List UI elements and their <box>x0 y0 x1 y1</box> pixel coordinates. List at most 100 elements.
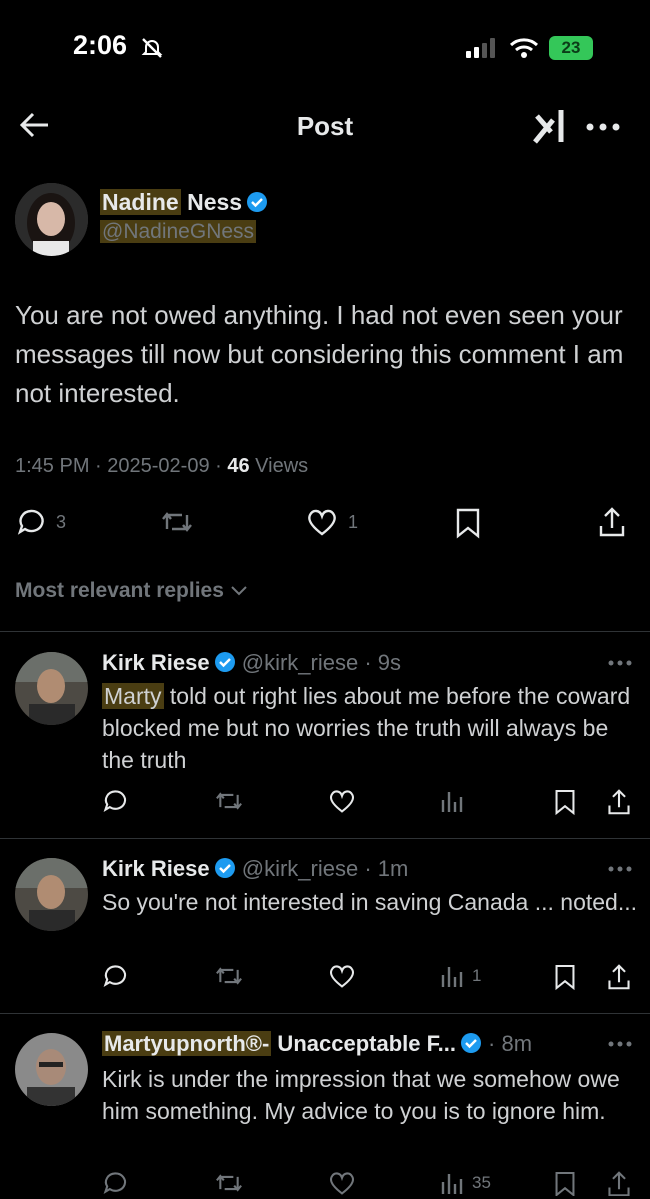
share-button[interactable] <box>606 788 632 816</box>
bookmark-icon <box>555 789 575 816</box>
reply-handle: @kirk_riese <box>241 650 359 675</box>
repost-button[interactable] <box>214 963 244 989</box>
reply-text: So you're not interested in saving Canad… <box>102 889 638 915</box>
reply-header: Martyupnorth®- Unacceptable F... · 8m <box>102 1031 533 1056</box>
grok-icon[interactable] <box>531 106 571 146</box>
cellular-signal-icon <box>466 38 498 58</box>
reply-header: Kirk Riese @kirk_riese · 9s <box>102 650 402 675</box>
reply-button[interactable] <box>102 1170 128 1196</box>
repost-icon <box>216 1174 242 1192</box>
share-icon <box>608 789 630 815</box>
analytics-icon <box>441 792 463 812</box>
analytics-icon <box>441 1174 463 1194</box>
reply-avatar[interactable] <box>15 652 88 725</box>
verified-badge-icon <box>460 1032 482 1054</box>
verified-badge-icon <box>214 651 236 673</box>
bookmark-icon <box>555 964 575 991</box>
divider <box>0 1013 650 1014</box>
post-time: 1:45 PM <box>15 455 90 477</box>
chevron-down-icon <box>230 585 248 597</box>
reply-avatar[interactable] <box>15 1033 88 1106</box>
share-icon <box>608 1171 630 1196</box>
reply-actions: 1 <box>102 963 632 991</box>
reply-time: 1m <box>377 856 409 881</box>
reply-author-highlight: Martyupnorth®- <box>102 1031 272 1056</box>
reply-icon <box>17 509 44 535</box>
verified-badge-icon <box>246 191 268 213</box>
reply-time: 9s <box>377 650 402 675</box>
repost-icon <box>216 967 242 985</box>
views-button[interactable] <box>440 788 472 814</box>
author-handle[interactable]: @NadineGNess <box>100 220 257 244</box>
views-label: Views <box>249 455 309 477</box>
reply-icon <box>103 1172 127 1195</box>
reply-button[interactable] <box>102 963 128 989</box>
reply-author: Kirk Riese <box>102 856 210 881</box>
avatar[interactable] <box>15 183 88 256</box>
heart-icon <box>308 509 336 536</box>
heart-icon <box>329 790 355 813</box>
reply-author: Unacceptable F... <box>271 1031 456 1056</box>
divider <box>0 631 650 632</box>
bookmark-icon <box>555 1171 575 1196</box>
reply-handle: @kirk_riese <box>241 856 359 881</box>
repost-button[interactable] <box>214 1170 244 1196</box>
wifi-icon <box>509 37 539 59</box>
heart-icon <box>329 965 355 988</box>
verified-badge-icon <box>214 857 236 879</box>
views-button[interactable]: 1 <box>440 963 481 989</box>
post-date: 2025-02-09 <box>107 455 210 477</box>
views-count: 35 <box>472 1173 491 1192</box>
post-text: You are not owed anything. I had not eve… <box>15 300 624 408</box>
like-button[interactable] <box>328 788 356 814</box>
reply-avatar[interactable] <box>15 858 88 931</box>
share-icon <box>599 507 625 537</box>
analytics-icon <box>441 967 463 987</box>
bookmark-icon <box>456 508 480 539</box>
share-button[interactable] <box>606 1170 632 1196</box>
like-button[interactable] <box>328 963 356 989</box>
more-options-icon[interactable] <box>586 123 620 131</box>
share-icon <box>608 964 630 990</box>
reply-time: 8m <box>501 1031 533 1056</box>
more-options-icon[interactable] <box>608 866 632 872</box>
reply-icon <box>103 790 127 813</box>
reply-button[interactable] <box>102 788 128 814</box>
more-options-icon[interactable] <box>608 660 632 666</box>
repost-button[interactable] <box>160 507 194 537</box>
sort-replies-dropdown[interactable]: Most relevant replies <box>15 579 248 603</box>
author-last-name: Ness <box>180 189 243 215</box>
bookmark-button[interactable] <box>554 788 576 816</box>
author-name[interactable]: Nadine Ness <box>100 189 268 216</box>
post-meta: 1:45 PM · 2025-02-09 · 46 Views <box>15 455 309 477</box>
reply-text: Marty told out right lies about me befor… <box>102 683 631 773</box>
like-count: 1 <box>348 511 359 532</box>
battery-indicator: 23 <box>549 36 593 60</box>
bookmark-button[interactable] <box>554 963 576 991</box>
share-button[interactable] <box>597 506 627 538</box>
reply-icon <box>103 965 127 988</box>
divider <box>0 838 650 839</box>
more-options-icon[interactable] <box>608 1041 632 1047</box>
reply-author: Kirk Riese <box>102 650 210 675</box>
repost-icon <box>162 512 192 532</box>
status-time: 2:06 <box>73 30 128 60</box>
reply-header: Kirk Riese @kirk_riese · 1m <box>102 856 409 881</box>
repost-icon <box>216 792 242 810</box>
views-count: 1 <box>472 966 482 985</box>
reply-count: 3 <box>56 511 67 532</box>
views-count: 46 <box>227 455 250 477</box>
reply-text: Kirk is under the impression that we som… <box>102 1066 620 1124</box>
author-first-name: Nadine <box>100 189 181 215</box>
bell-muted-icon <box>140 36 164 60</box>
share-button[interactable] <box>606 963 632 991</box>
bookmark-button[interactable] <box>455 507 481 539</box>
bookmark-button[interactable] <box>554 1170 576 1196</box>
reply-actions: 35 <box>102 1170 632 1196</box>
like-button[interactable] <box>328 1170 356 1196</box>
like-button[interactable]: 1 <box>306 507 358 537</box>
views-button[interactable]: 35 <box>440 1170 491 1196</box>
reply-button[interactable]: 3 <box>16 507 66 537</box>
repost-button[interactable] <box>214 788 244 814</box>
highlighted-word: Marty <box>102 683 164 709</box>
